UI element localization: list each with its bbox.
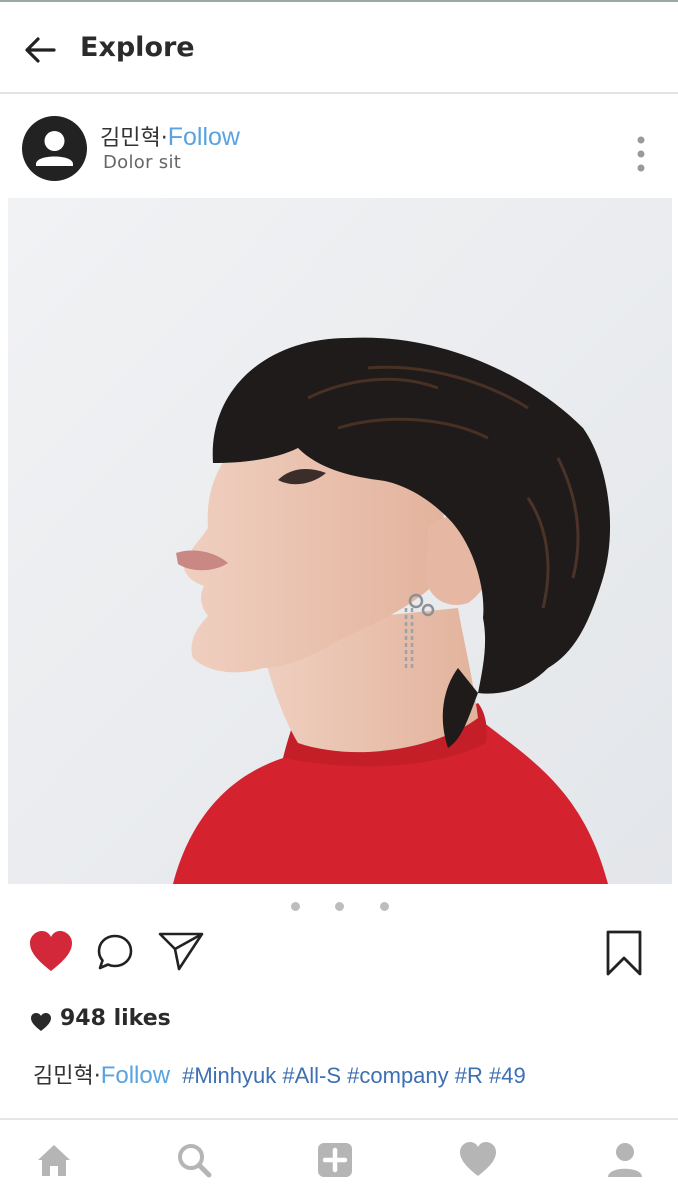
- avatar[interactable]: [22, 116, 87, 181]
- more-options-button[interactable]: [628, 134, 654, 174]
- comment-bubble-icon: [97, 934, 133, 970]
- heart-filled-icon: [30, 931, 72, 971]
- comment-button[interactable]: [96, 933, 134, 971]
- save-button[interactable]: [605, 929, 643, 977]
- portrait-illustration: [8, 198, 672, 884]
- vertical-dots-icon: [637, 136, 645, 172]
- likes-text: 948 likes: [60, 1006, 171, 1031]
- bookmark-icon: [606, 930, 642, 976]
- caption-follow-link[interactable]: Follow: [101, 1062, 170, 1089]
- like-button[interactable]: [28, 930, 74, 974]
- share-button[interactable]: [158, 931, 204, 971]
- nav-add-button[interactable]: [315, 1140, 355, 1180]
- post-header: 김민혁·Follow Dolor sit: [0, 96, 678, 196]
- app-bar: Explore: [0, 2, 678, 94]
- caption-username[interactable]: 김민혁·: [33, 1064, 101, 1089]
- user-avatar-icon: [36, 131, 73, 166]
- follow-link[interactable]: Follow: [168, 123, 240, 151]
- nav-profile-button[interactable]: [605, 1140, 645, 1180]
- page-title: Explore: [80, 32, 195, 63]
- add-post-icon: [318, 1143, 352, 1177]
- bottom-navigation: [0, 1118, 678, 1200]
- post-image[interactable]: [8, 198, 672, 884]
- carousel-dot[interactable]: [380, 902, 389, 911]
- back-button[interactable]: [20, 28, 60, 72]
- send-paper-plane-icon: [158, 932, 204, 971]
- carousel-dot[interactable]: [335, 902, 344, 911]
- post-actions: [0, 925, 678, 985]
- post-author: 김민혁·Follow: [100, 120, 240, 152]
- home-icon: [38, 1145, 70, 1176]
- nav-activity-button[interactable]: [458, 1140, 498, 1180]
- nav-search-button[interactable]: [174, 1140, 214, 1180]
- nav-home-button[interactable]: [34, 1140, 74, 1180]
- arrow-left-icon: [25, 37, 56, 63]
- search-icon: [178, 1144, 212, 1178]
- username[interactable]: 김민혁·: [100, 126, 168, 151]
- small-heart-icon: [31, 1013, 51, 1031]
- activity-heart-icon: [460, 1142, 496, 1176]
- carousel-dot[interactable]: [291, 902, 300, 911]
- post-location[interactable]: Dolor sit: [103, 152, 181, 173]
- profile-icon: [608, 1143, 642, 1177]
- post-caption: 김민혁·Follow #Minhyuk #All-S #company #R #4…: [33, 1058, 526, 1090]
- carousel-indicator: [0, 898, 678, 914]
- caption-hashtags[interactable]: #Minhyuk #All-S #company #R #49: [182, 1063, 526, 1088]
